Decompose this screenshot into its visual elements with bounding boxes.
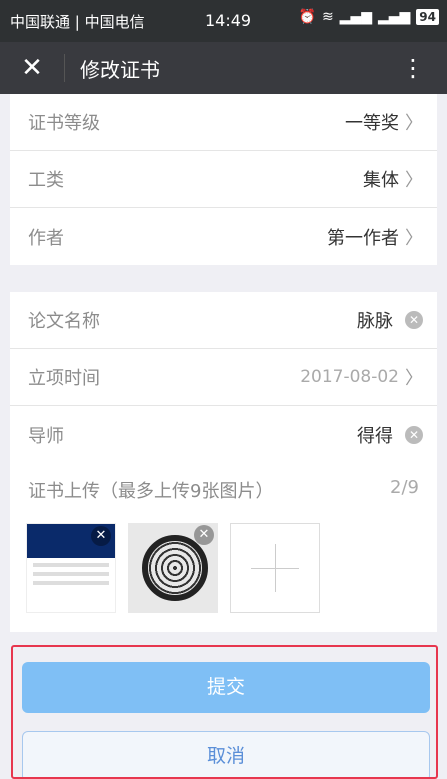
field-value: 一等奖 bbox=[345, 113, 399, 134]
field-work-type[interactable]: 工类 集体 〉 bbox=[10, 151, 437, 208]
field-label: 证书等级 bbox=[28, 113, 100, 134]
signal-icon: ▂▄▆ bbox=[339, 9, 372, 25]
remove-image-icon[interactable]: ✕ bbox=[91, 526, 111, 546]
thumbnail-image bbox=[142, 535, 208, 601]
field-advisor[interactable]: 导师 得得 ✕ bbox=[10, 406, 437, 463]
field-project-date[interactable]: 立项时间 2017-08-02 〉 bbox=[10, 349, 437, 406]
field-value: 得得 bbox=[357, 425, 393, 447]
form-group-paper: 论文名称 脉脉 ✕ 立项时间 2017-08-02 〉 导师 得得 ✕ bbox=[10, 292, 437, 463]
field-paper-name[interactable]: 论文名称 脉脉 ✕ bbox=[10, 292, 437, 349]
field-label: 论文名称 bbox=[28, 311, 100, 332]
nav-bar: ✕ 修改证书 ⋮ bbox=[0, 42, 447, 94]
field-value: 集体 bbox=[363, 170, 399, 191]
uploaded-image-thumbnail[interactable]: ✕ bbox=[26, 523, 116, 613]
uploaded-image-thumbnail[interactable]: ✕ bbox=[128, 523, 218, 613]
thumbnail-image bbox=[33, 572, 109, 576]
field-value: 脉脉 bbox=[357, 311, 393, 332]
clear-icon[interactable]: ✕ bbox=[405, 311, 423, 329]
wifi-icon: ≋ bbox=[321, 9, 334, 25]
form-group-certificate: 证书等级 一等奖 〉 工类 集体 〉 作者 第一作者 〉 bbox=[10, 94, 437, 265]
upload-label: 证书上传（最多上传9张图片） bbox=[28, 481, 274, 502]
field-value: 第一作者 bbox=[327, 227, 399, 249]
field-label: 导师 bbox=[28, 425, 64, 447]
carrier-label: 中国联通 | 中国电信 bbox=[10, 12, 145, 31]
clock: 14:49 bbox=[205, 11, 252, 30]
chevron-right-icon: 〉 bbox=[405, 113, 423, 134]
upload-count: 2/9 bbox=[390, 477, 419, 498]
page-title: 修改证书 bbox=[80, 57, 160, 82]
clear-icon[interactable]: ✕ bbox=[405, 425, 423, 444]
section-gap bbox=[10, 265, 437, 292]
upload-header: 证书上传（最多上传9张图片） 2/9 bbox=[28, 477, 419, 503]
chevron-right-icon: 〉 bbox=[405, 227, 423, 249]
field-label: 作者 bbox=[28, 227, 64, 249]
alarm-icon: ⏰ bbox=[298, 9, 316, 25]
chevron-right-icon: 〉 bbox=[405, 368, 423, 389]
upload-thumbnails: ✕ ✕ bbox=[26, 523, 419, 613]
certificate-upload: 证书上传（最多上传9张图片） 2/9 ✕ ✕ bbox=[10, 463, 437, 632]
field-author[interactable]: 作者 第一作者 〉 bbox=[10, 208, 437, 265]
chevron-right-icon: 〉 bbox=[405, 170, 423, 191]
status-icons: ⏰ ≋ ▂▄▆ ▂▄▆ 94 bbox=[298, 9, 439, 25]
more-vertical-icon[interactable]: ⋮ bbox=[401, 52, 425, 84]
status-bar: 中国联通 | 中国电信 14:49 ⏰ ≋ ▂▄▆ ▂▄▆ 94 bbox=[0, 0, 447, 42]
thumbnail-image bbox=[33, 563, 109, 567]
field-value: 2017-08-02 bbox=[300, 367, 399, 387]
battery-icon: 94 bbox=[416, 9, 439, 25]
field-certificate-level[interactable]: 证书等级 一等奖 〉 bbox=[10, 94, 437, 151]
form-content: 证书等级 一等奖 〉 工类 集体 〉 作者 第一作者 〉 论文名称 脉脉 ✕ 立… bbox=[10, 94, 437, 632]
thumbnail-image bbox=[33, 581, 109, 585]
nav-divider bbox=[64, 54, 65, 82]
close-icon[interactable]: ✕ bbox=[0, 42, 64, 94]
add-image-button[interactable] bbox=[230, 523, 320, 613]
signal-icon: ▂▄▆ bbox=[377, 9, 411, 25]
highlight-box bbox=[11, 645, 438, 779]
field-label: 立项时间 bbox=[28, 368, 100, 389]
remove-image-icon[interactable]: ✕ bbox=[194, 525, 214, 545]
field-label: 工类 bbox=[28, 170, 64, 191]
